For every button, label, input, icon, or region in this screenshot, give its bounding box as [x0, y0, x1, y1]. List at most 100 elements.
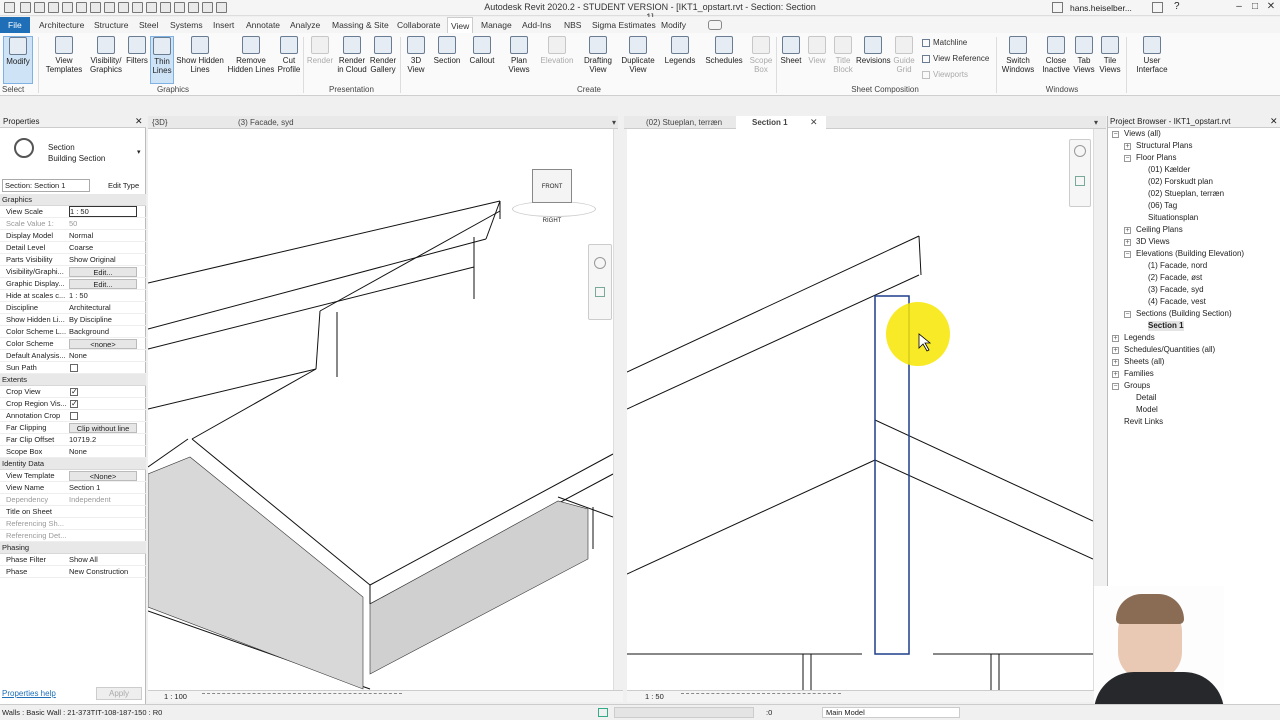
- duplicate-view-button[interactable]: Duplicate View: [619, 36, 657, 84]
- binoculars-icon[interactable]: [1052, 2, 1063, 13]
- tab-structure[interactable]: Structure: [91, 17, 132, 33]
- tree-toggle-icon[interactable]: +: [1112, 359, 1119, 366]
- tab-modify[interactable]: Modify: [658, 17, 689, 33]
- ribbon-toggle-icon[interactable]: [708, 20, 722, 30]
- thin-lines-button[interactable]: Thin Lines: [150, 36, 174, 84]
- switch-windows-button[interactable]: Switch Windows: [1000, 36, 1036, 84]
- left-navigation-bar[interactable]: [588, 244, 612, 320]
- properties-help-link[interactable]: Properties help: [2, 689, 56, 698]
- sheet-button[interactable]: Sheet: [778, 36, 804, 84]
- prop-parts-visibility[interactable]: Parts Visibility Show Original: [0, 254, 146, 266]
- browser-item[interactable]: 3D Views: [1136, 237, 1170, 247]
- view-button[interactable]: View: [806, 36, 828, 84]
- 3d-view-icon[interactable]: [160, 2, 171, 13]
- tree-toggle-icon[interactable]: +: [1124, 227, 1131, 234]
- guide-grid-button[interactable]: Guide Grid: [892, 36, 916, 84]
- sync-icon[interactable]: [48, 2, 59, 13]
- group-phasing[interactable]: Phasing: [0, 542, 146, 554]
- prop-show-hidden-lines[interactable]: Show Hidden Li... By Discipline: [0, 314, 146, 326]
- tile-views-button[interactable]: Tile Views: [1098, 36, 1122, 84]
- prop-scope-box[interactable]: Scope Box None: [0, 446, 146, 458]
- tab-systems[interactable]: Systems: [167, 17, 206, 33]
- tab-collaborate[interactable]: Collaborate: [394, 17, 443, 33]
- right-tabs-dropdown-icon[interactable]: ▾: [1094, 116, 1098, 129]
- elevation-button[interactable]: Elevation: [538, 36, 576, 84]
- callout-button[interactable]: Callout: [466, 36, 498, 84]
- browser-item[interactable]: (3) Facade, syd: [1148, 285, 1204, 295]
- instance-selector[interactable]: Section: Section 1: [2, 179, 90, 192]
- close-inactive-button[interactable]: Close Inactive: [1040, 36, 1072, 84]
- project-browser-close-icon[interactable]: ✕: [1270, 116, 1278, 127]
- tab-nbs[interactable]: NBS: [561, 17, 584, 33]
- browser-item[interactable]: (06) Tag: [1148, 201, 1177, 211]
- browser-item[interactable]: Sections (Building Section): [1136, 309, 1232, 319]
- legends-button[interactable]: Legends: [662, 36, 698, 84]
- prop-view-scale[interactable]: View Scale 1 : 50: [0, 206, 146, 218]
- thin-lines-icon[interactable]: [188, 2, 199, 13]
- modify-button[interactable]: Modify: [3, 36, 33, 84]
- tab-manage[interactable]: Manage: [478, 17, 515, 33]
- browser-item[interactable]: Views (all): [1124, 129, 1161, 139]
- browser-item[interactable]: Schedules/Quantities (all): [1124, 345, 1215, 355]
- tree-toggle-icon[interactable]: +: [1112, 347, 1119, 354]
- browser-item[interactable]: (02) Forskudt plan: [1148, 177, 1213, 187]
- prop-detail-level[interactable]: Detail Level Coarse: [0, 242, 146, 254]
- browser-item[interactable]: (1) Facade, nord: [1148, 261, 1207, 271]
- browser-item[interactable]: (02) Stueplan, terræn: [1148, 189, 1224, 199]
- show-hidden-lines-button[interactable]: Show Hidden Lines: [176, 36, 224, 84]
- browser-item[interactable]: Model: [1136, 405, 1158, 415]
- group-identity-data[interactable]: Identity Data: [0, 458, 146, 470]
- section-view-canvas[interactable]: [626, 129, 1094, 690]
- annotation-crop-checkbox[interactable]: [70, 412, 78, 420]
- render-in-cloud-button[interactable]: Render in Cloud: [336, 36, 368, 84]
- view-reference-button[interactable]: View Reference: [922, 54, 989, 63]
- measure-icon[interactable]: [104, 2, 115, 13]
- redo-icon[interactable]: [76, 2, 87, 13]
- drafting-view-button[interactable]: Drafting View: [580, 36, 616, 84]
- left-steering-wheel-icon[interactable]: [594, 257, 606, 269]
- revit-logo-icon[interactable]: [4, 2, 15, 13]
- prop-far-clipping[interactable]: Far Clipping Clip without line: [0, 422, 146, 434]
- tree-toggle-icon[interactable]: +: [1124, 239, 1131, 246]
- cut-profile-button[interactable]: Cut Profile: [276, 36, 302, 84]
- right-view-scale[interactable]: 1 : 50: [645, 691, 664, 703]
- prop-discipline[interactable]: Discipline Architectural: [0, 302, 146, 314]
- prop-view-template[interactable]: View Template <None>: [0, 470, 146, 482]
- select-dropdown[interactable]: Select: [2, 85, 36, 94]
- help-icon[interactable]: ?: [1174, 1, 1180, 12]
- tab-file[interactable]: File: [0, 17, 30, 33]
- left-tabs-dropdown-icon[interactable]: ▾: [612, 116, 616, 129]
- viewports-button[interactable]: Viewports: [922, 70, 968, 79]
- tree-toggle-icon[interactable]: +: [1112, 371, 1119, 378]
- tree-toggle-icon[interactable]: −: [1124, 251, 1131, 258]
- prop-annotation-crop[interactable]: Annotation Crop: [0, 410, 146, 422]
- browser-item[interactable]: Structural Plans: [1136, 141, 1192, 151]
- plan-views-button[interactable]: Plan Views: [506, 36, 532, 84]
- tree-toggle-icon[interactable]: −: [1112, 131, 1119, 138]
- tree-toggle-icon[interactable]: +: [1124, 143, 1131, 150]
- prop-visibility-graphics[interactable]: Visibility/Graphi... Edit...: [0, 266, 146, 278]
- browser-item[interactable]: (01) Kælder: [1148, 165, 1190, 175]
- close-icon[interactable]: ✕: [1264, 1, 1278, 14]
- tab-views-button[interactable]: Tab Views: [1072, 36, 1096, 84]
- prop-color-scheme[interactable]: Color Scheme <none>: [0, 338, 146, 350]
- prop-hide-at-scales[interactable]: Hide at scales c... 1 : 50: [0, 290, 146, 302]
- group-graphics[interactable]: Graphics: [0, 194, 146, 206]
- prop-sun-path[interactable]: Sun Path: [0, 362, 146, 374]
- switch-windows-icon[interactable]: [216, 2, 227, 13]
- zoom-icon[interactable]: [1075, 176, 1085, 186]
- prop-display-model[interactable]: Display Model Normal: [0, 230, 146, 242]
- tab-steel[interactable]: Steel: [136, 17, 161, 33]
- tag-icon[interactable]: [132, 2, 143, 13]
- tree-toggle-icon[interactable]: −: [1124, 311, 1131, 318]
- view-templates-button[interactable]: View Templates: [44, 36, 84, 84]
- prop-crop-view[interactable]: Crop View ✓: [0, 386, 146, 398]
- browser-item[interactable]: (2) Facade, øst: [1148, 273, 1202, 283]
- prop-crop-region-visible[interactable]: Crop Region Vis... ✓: [0, 398, 146, 410]
- browser-item[interactable]: Revit Links: [1124, 417, 1163, 427]
- schedules-button[interactable]: Schedules: [704, 36, 744, 84]
- tree-toggle-icon[interactable]: +: [1112, 335, 1119, 342]
- print-icon[interactable]: [90, 2, 101, 13]
- crop-region-checkbox[interactable]: ✓: [70, 400, 78, 408]
- dimension-icon[interactable]: [118, 2, 129, 13]
